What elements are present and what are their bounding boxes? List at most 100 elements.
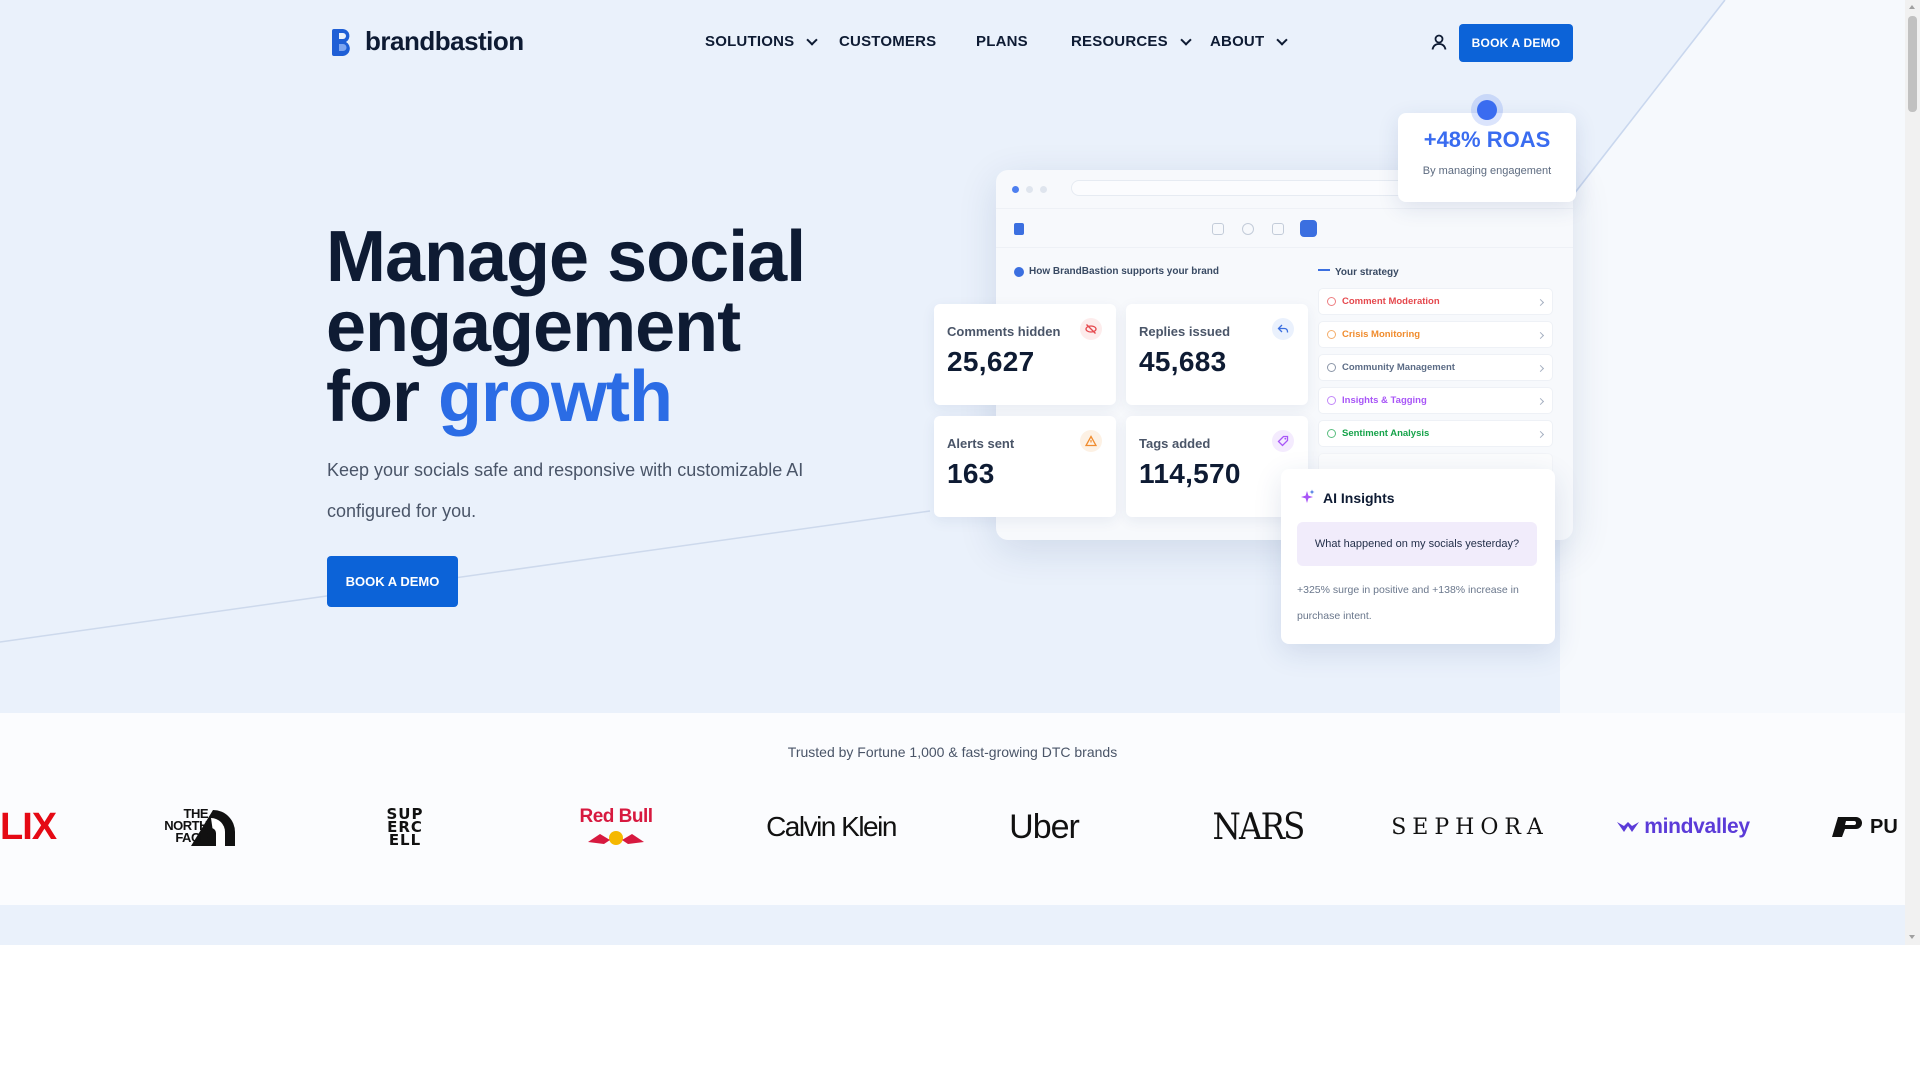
strategy-heading: Your strategy bbox=[1318, 267, 1399, 278]
dashboard-toolbar bbox=[996, 208, 1573, 248]
warning-icon bbox=[1080, 430, 1102, 452]
page: brandbastion SOLUTIONS CUSTOMERS PLANS R… bbox=[0, 0, 1905, 1080]
trusted-brands-section: Trusted by Fortune 1,000 & fast-growing … bbox=[0, 713, 1905, 905]
chevron-down-icon bbox=[1180, 33, 1192, 46]
hero-title-prefix: for bbox=[326, 357, 438, 437]
strategy-icon bbox=[1318, 268, 1330, 277]
brand-logo-netflix: LIX bbox=[0, 805, 57, 848]
stat-value: 163 bbox=[947, 458, 995, 489]
sparkle-icon bbox=[1301, 489, 1315, 503]
strategy-item-label: Comment Moderation bbox=[1342, 296, 1440, 307]
brand-logo-text: PU bbox=[1870, 815, 1898, 838]
strategy-item[interactable]: Crisis Monitoring bbox=[1318, 321, 1553, 348]
next-section-band bbox=[0, 905, 1905, 945]
nav-item-label: ABOUT bbox=[1210, 33, 1265, 50]
stat-label: Alerts sent bbox=[947, 436, 1015, 451]
window-dots bbox=[1012, 186, 1047, 193]
brand-logo-text: SUPERCELL bbox=[386, 804, 424, 849]
nav-item-solutions[interactable]: SOLUTIONS bbox=[705, 33, 818, 50]
scrollbar-thumb[interactable] bbox=[1908, 16, 1917, 112]
tag-icon bbox=[1272, 430, 1294, 452]
strategy-heading-text: Your strategy bbox=[1335, 267, 1399, 278]
hero-title-line: engagement bbox=[326, 287, 741, 367]
chart-icon bbox=[1212, 223, 1224, 235]
book-demo-button-hero[interactable]: BOOK A DEMO bbox=[327, 556, 458, 607]
user-icon[interactable] bbox=[1430, 33, 1448, 51]
stat-card-alerts-sent: Alerts sent 163 bbox=[934, 416, 1116, 517]
brand-logo-mindvalley: mindvalley bbox=[1612, 804, 1754, 850]
scroll-down-icon[interactable] bbox=[1909, 935, 1915, 939]
stat-card-comments-hidden: Comments hidden 25,627 bbox=[934, 304, 1116, 405]
stat-value: 45,683 bbox=[1139, 346, 1227, 377]
nav-item-about[interactable]: ABOUT bbox=[1210, 33, 1288, 50]
brand-logo-supercell: SUPERCELL bbox=[378, 804, 432, 850]
hero-title-accent: growth bbox=[437, 357, 673, 437]
comment-icon bbox=[1242, 223, 1254, 235]
ai-question: What happened on my socials yesterday? bbox=[1297, 522, 1537, 566]
eye-off-icon bbox=[1080, 318, 1102, 340]
strategy-item-icon bbox=[1327, 396, 1336, 405]
chevron-right-icon bbox=[1536, 364, 1545, 373]
stat-value: 25,627 bbox=[947, 346, 1035, 377]
strategy-item-icon bbox=[1327, 330, 1336, 339]
chevron-right-icon bbox=[1536, 331, 1545, 340]
hero-subtitle: Keep your socials safe and responsive wi… bbox=[327, 460, 804, 521]
strategy-item[interactable]: Sentiment Analysis bbox=[1318, 420, 1553, 447]
nav-item-customers[interactable]: CUSTOMERS bbox=[839, 33, 936, 50]
nav-item-plans[interactable]: PLANS bbox=[976, 33, 1028, 50]
purdue-logo-icon bbox=[1832, 817, 1862, 837]
roas-caption: By managing engagement bbox=[1422, 165, 1552, 177]
nav-item-resources[interactable]: RESOURCES bbox=[1071, 33, 1192, 50]
stat-value: 114,570 bbox=[1139, 458, 1241, 489]
brand-logo-red-bull: Red Bull bbox=[578, 804, 654, 850]
brand-logo-text: THE NORTH FACE bbox=[164, 806, 208, 845]
roas-value: +48% ROAS bbox=[1423, 127, 1551, 152]
ai-insights-card: AI Insights What happened on my socials … bbox=[1281, 469, 1555, 644]
support-heading: How BrandBastion supports your brand bbox=[1014, 266, 1219, 277]
brand-logo-text: Red Bull bbox=[579, 806, 653, 827]
hero-section: brandbastion SOLUTIONS CUSTOMERS PLANS R… bbox=[0, 0, 1905, 713]
roas-card: +48% ROAS By managing engagement bbox=[1398, 113, 1576, 202]
hero-title-line: Manage social bbox=[326, 217, 806, 297]
stat-label: Tags added bbox=[1139, 436, 1211, 451]
strategy-item-label: Insights & Tagging bbox=[1342, 395, 1427, 406]
stat-label: Replies issued bbox=[1139, 324, 1231, 339]
brand-logo-nars: NARS bbox=[1212, 806, 1305, 848]
check-icon bbox=[1014, 266, 1024, 277]
strategy-item[interactable]: Comment Moderation bbox=[1318, 288, 1553, 315]
book-demo-button-header[interactable]: BOOK A DEMO bbox=[1459, 24, 1573, 62]
brand-logo-the-north-face: THE NORTH FACE bbox=[148, 804, 238, 850]
strategy-item-icon bbox=[1327, 429, 1336, 438]
reply-icon bbox=[1272, 318, 1294, 340]
strategy-item-icon bbox=[1327, 297, 1336, 306]
chevron-right-icon bbox=[1536, 397, 1545, 406]
strategy-item[interactable]: Community Management bbox=[1318, 354, 1553, 381]
brand-logo-text: mindvalley bbox=[1644, 815, 1750, 838]
calendar-icon bbox=[1272, 223, 1284, 235]
nav-item-label: CUSTOMERS bbox=[839, 33, 937, 50]
stat-card-replies-issued: Replies issued 45,683 bbox=[1126, 304, 1308, 405]
page-scrollbar[interactable] bbox=[1905, 0, 1920, 945]
stat-label: Comments hidden bbox=[947, 324, 1061, 339]
roas-indicator-dot bbox=[1477, 100, 1497, 120]
nav-item-label: PLANS bbox=[976, 33, 1028, 50]
strategy-item-label: Sentiment Analysis bbox=[1342, 428, 1430, 439]
strategy-item-label: Crisis Monitoring bbox=[1342, 329, 1421, 340]
settings-icon bbox=[1300, 220, 1317, 237]
nav-item-label: SOLUTIONS bbox=[705, 33, 795, 50]
strategy-item-icon bbox=[1327, 363, 1336, 372]
chevron-right-icon bbox=[1536, 430, 1545, 439]
chevron-down-icon bbox=[1276, 33, 1288, 46]
nav-item-label: RESOURCES bbox=[1071, 33, 1168, 50]
app-logo-icon bbox=[1014, 223, 1024, 235]
ai-answer: +325% surge in positive and +138% increa… bbox=[1297, 584, 1519, 622]
brand-logo-sephora: SEPHORA bbox=[1391, 814, 1549, 840]
scroll-up-icon[interactable] bbox=[1909, 5, 1915, 9]
hero-title-line: for growth bbox=[326, 361, 805, 433]
ai-insights-title: AI Insights bbox=[1323, 490, 1395, 506]
brand-logo-purdue: PU bbox=[1830, 804, 1905, 850]
chevron-down-icon bbox=[806, 33, 818, 46]
brand-logo-calvin-klein: Calvin Klein bbox=[766, 811, 897, 842]
mindvalley-logo-icon bbox=[1617, 822, 1640, 832]
strategy-item[interactable]: Insights & Tagging bbox=[1318, 387, 1553, 414]
